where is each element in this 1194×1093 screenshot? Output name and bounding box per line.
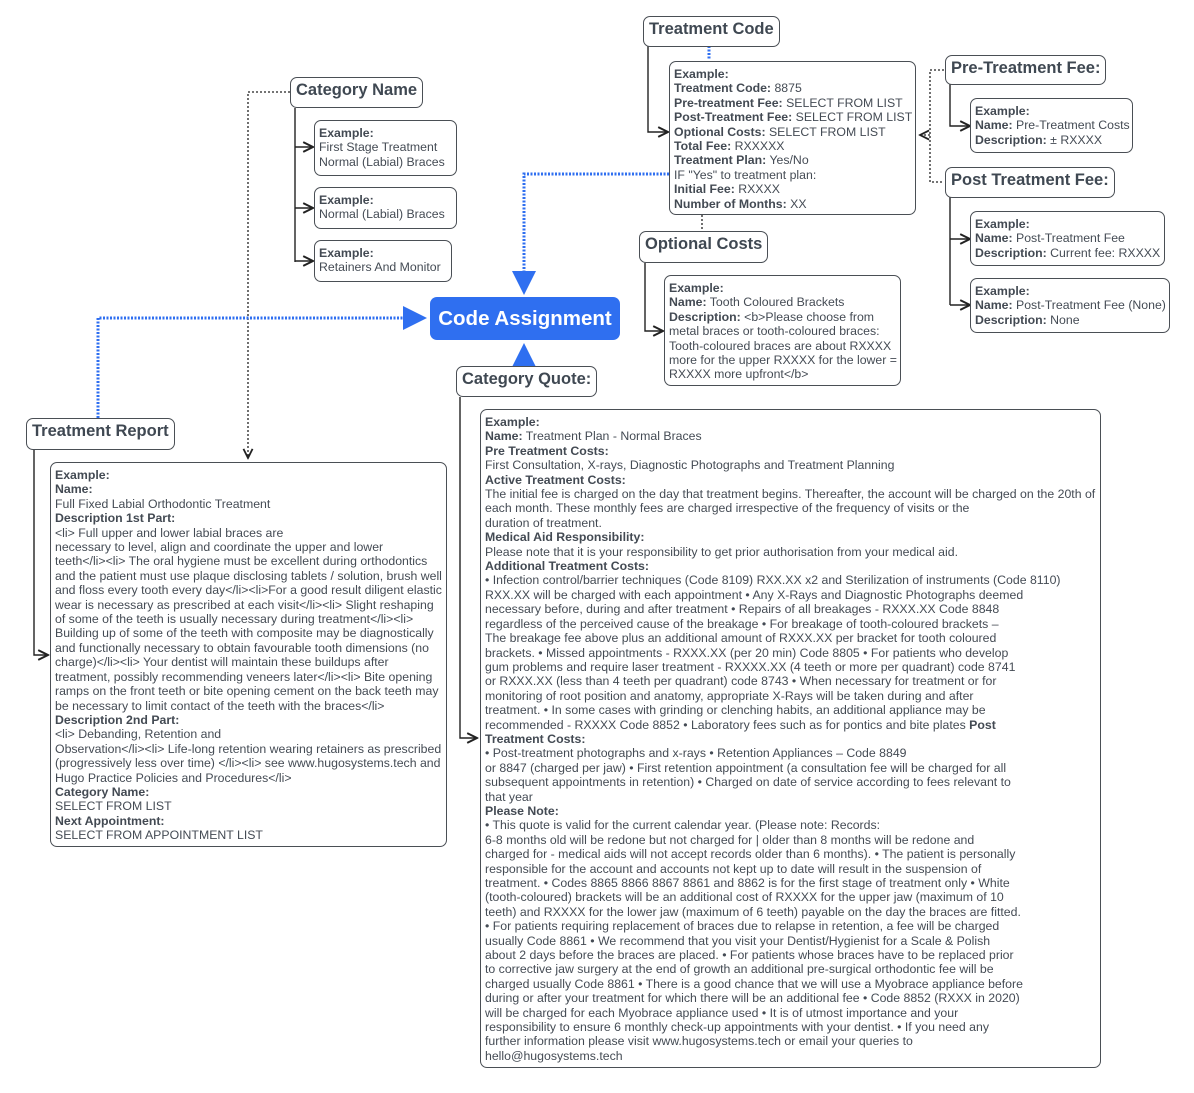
example-line: Normal (Labial) Braces [319,154,445,169]
field-row: Pre-treatment Fee: SELECT FROM LIST [674,95,903,110]
category-name-example-2[interactable]: Example: Normal (Labial) Braces [314,187,457,229]
category-quote-title[interactable]: Category Quote: [456,366,598,397]
treatment-report-title[interactable]: Treatment Report [26,418,175,450]
treatment-report-to-center-link [96,306,427,418]
field-row: Treatment Code: 8875 [674,81,802,96]
example-heading: Example: [669,281,724,295]
field-row: IF "Yes" to treatment plan: [674,167,817,182]
example-heading: Example: [975,104,1030,118]
example-heading: Example: [975,284,1030,298]
treatment-code-example[interactable]: Example: Treatment Code: 8875 Pre-treatm… [669,61,916,215]
treatment-code-title[interactable]: Treatment Code [643,16,780,47]
category-name-example-3[interactable]: Example: Retainers And Monitor [314,240,452,282]
category-quote-example[interactable]: Example: Name: Treatment Plan - Normal B… [480,409,1101,1068]
pre-treatment-fee-title[interactable]: Pre-Treatment Fee: [945,55,1107,85]
post-treatment-fee-example-2[interactable]: Example: Name: Post-Treatment Fee (None)… [970,278,1170,333]
field-row: Initial Fee: RXXXX [674,182,780,197]
treatment-report-example[interactable]: Example: Name: Full Fixed Labial Orthodo… [50,462,447,847]
code-assignment-node[interactable]: Code Assignment [430,297,620,340]
category-to-report-link [248,91,290,458]
example-heading: Example: [319,126,374,140]
post-treatment-fee-example-1[interactable]: Example: Name: Post-Treatment Fee Descri… [970,211,1165,266]
category-name-title[interactable]: Category Name [290,77,424,108]
field-row: Number of Months: XX [674,196,807,211]
example-heading: Example: [674,67,729,81]
field-row: Treatment Plan: Yes/No [674,153,809,168]
example-line: Retainers And Monitor [319,260,441,275]
example-line: Normal (Labial) Braces [319,207,445,222]
field-row: Optional Costs: SELECT FROM LIST [674,124,886,139]
optional-costs-title[interactable]: Optional Costs [639,231,769,263]
post-treatment-fee-title[interactable]: Post Treatment Fee: [945,167,1115,198]
example-line: First Stage Treatment [319,140,438,155]
field-row: Total Fee: RXXXXX [674,139,785,154]
pre-treatment-fee-example[interactable]: Example: Name: Pre-Treatment Costs Descr… [970,98,1133,153]
category-name-example-1[interactable]: Example: First Stage Treatment Normal (L… [314,120,457,176]
example-heading: Example: [975,217,1030,231]
example-heading: Example: [319,193,374,207]
optional-costs-example[interactable]: Example: Name: Tooth Coloured Brackets D… [664,275,901,386]
field-row: Post-Treatment Fee: SELECT FROM LIST [674,110,913,125]
example-heading: Example: [319,246,374,260]
